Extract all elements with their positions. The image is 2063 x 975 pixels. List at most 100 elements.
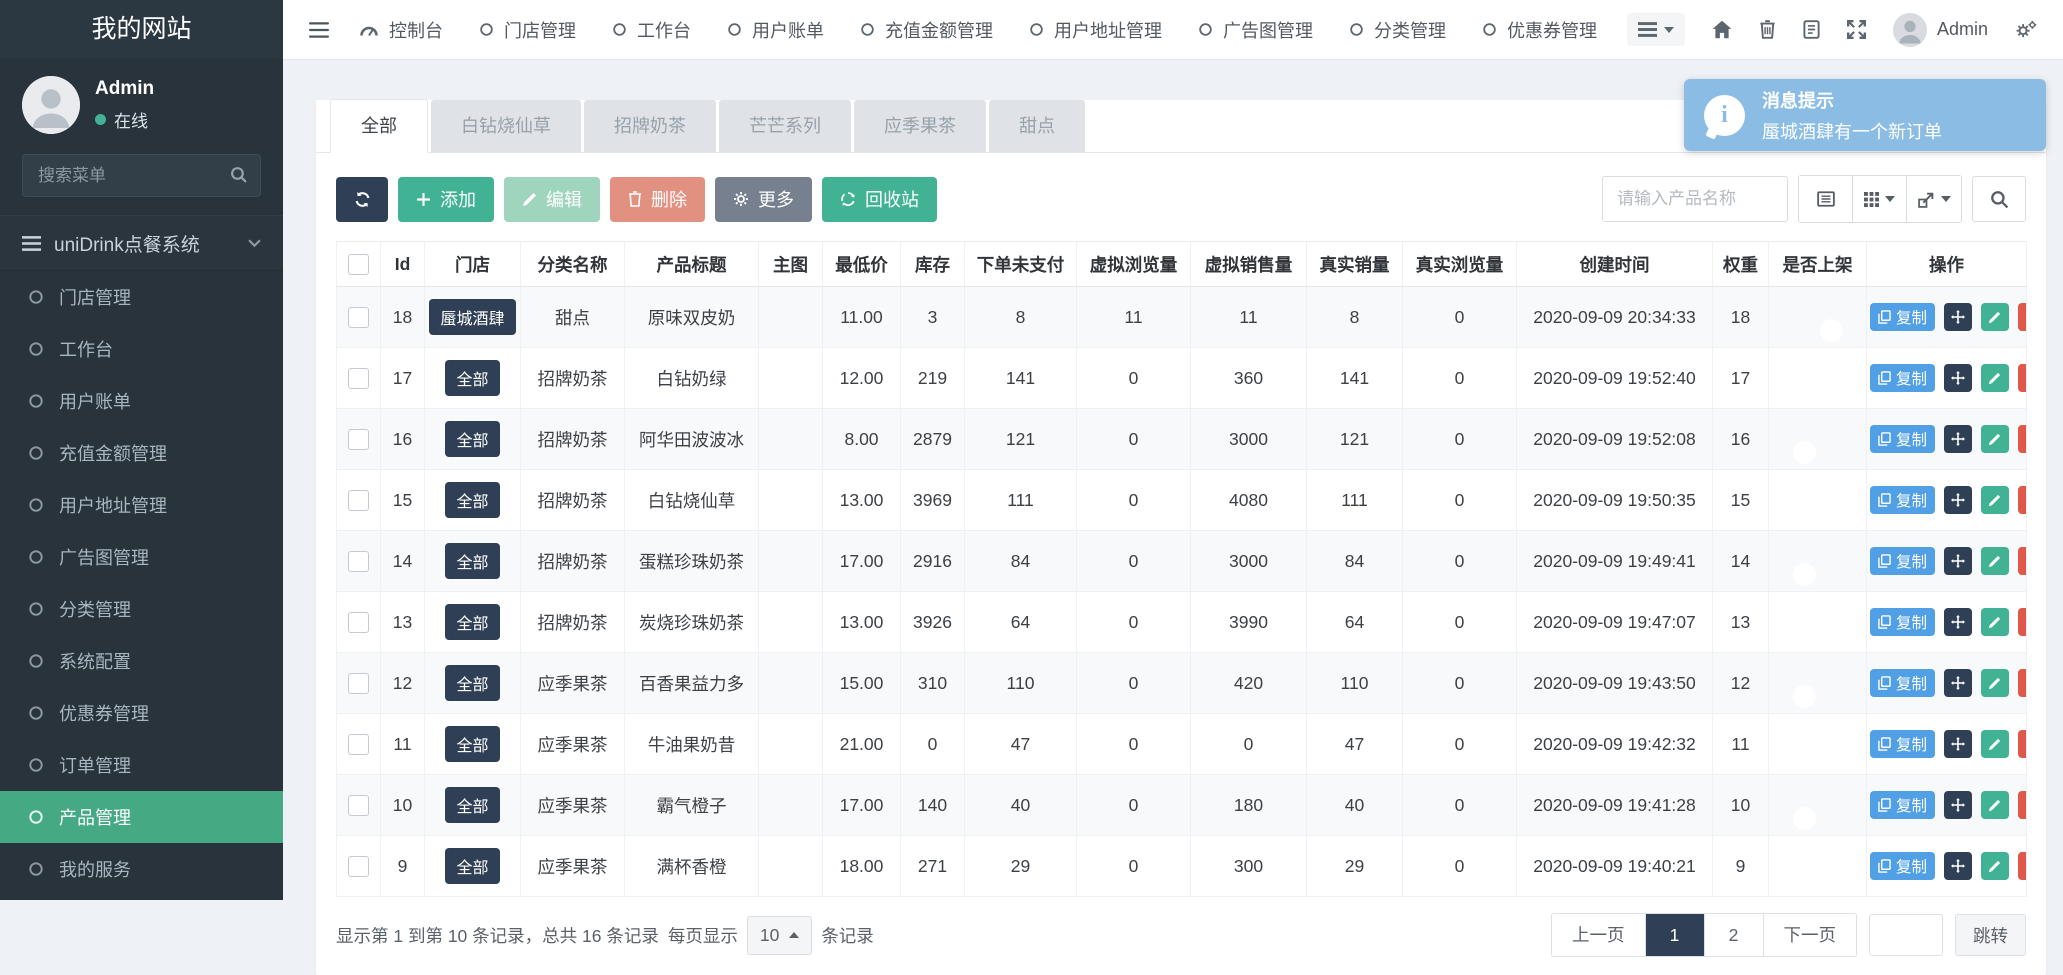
page-number-button[interactable]: 2 bbox=[1705, 914, 1764, 956]
next-page-button[interactable]: 下一页 bbox=[1764, 914, 1857, 956]
sidebar-root-menu[interactable]: uniDrink点餐系统 bbox=[0, 215, 283, 271]
move-button[interactable] bbox=[1944, 669, 1972, 697]
row-checkbox[interactable] bbox=[348, 368, 369, 389]
move-button[interactable] bbox=[1944, 852, 1972, 880]
edit-button[interactable]: 编辑 bbox=[504, 177, 600, 222]
row-checkbox[interactable] bbox=[348, 734, 369, 755]
jump-page-input[interactable] bbox=[1869, 914, 1943, 956]
copy-button[interactable]: 复制 bbox=[1870, 852, 1935, 880]
search-button[interactable] bbox=[1972, 176, 2026, 222]
row-checkbox[interactable] bbox=[348, 429, 369, 450]
tab[interactable]: 甜点 bbox=[989, 100, 1085, 152]
copy-button[interactable]: 复制 bbox=[1870, 364, 1935, 392]
user-menu[interactable]: Admin bbox=[1893, 13, 1988, 47]
detail-view-button[interactable] bbox=[1799, 176, 1853, 222]
delete-button[interactable] bbox=[2018, 303, 2027, 331]
edit-button[interactable] bbox=[1981, 669, 2009, 697]
layout-menu-button[interactable] bbox=[1627, 13, 1685, 46]
row-checkbox[interactable] bbox=[348, 795, 369, 816]
row-checkbox[interactable] bbox=[348, 307, 369, 328]
copy-button[interactable]: 复制 bbox=[1870, 791, 1935, 819]
row-checkbox[interactable] bbox=[348, 490, 369, 511]
trash-icon[interactable] bbox=[1759, 20, 1776, 39]
sidebar-item[interactable]: 门店管理 bbox=[0, 271, 283, 323]
nav-item[interactable]: 工作台 bbox=[612, 17, 691, 43]
edit-button[interactable] bbox=[1981, 547, 2009, 575]
nav-item[interactable]: 控制台 bbox=[359, 17, 443, 43]
sidebar-item[interactable]: 分类管理 bbox=[0, 583, 283, 635]
home-icon[interactable] bbox=[1712, 20, 1732, 39]
add-button[interactable]: 添加 bbox=[398, 177, 494, 222]
tab[interactable]: 白钻烧仙草 bbox=[431, 100, 581, 152]
edit-button[interactable] bbox=[1981, 852, 2009, 880]
edit-button[interactable] bbox=[1981, 364, 2009, 392]
tab[interactable]: 全部 bbox=[330, 99, 428, 153]
delete-button[interactable] bbox=[2018, 608, 2027, 636]
search-icon[interactable] bbox=[230, 166, 247, 183]
edit-button[interactable] bbox=[1981, 486, 2009, 514]
move-button[interactable] bbox=[1944, 547, 1972, 575]
move-button[interactable] bbox=[1944, 730, 1972, 758]
more-button[interactable]: 更多 bbox=[715, 177, 812, 222]
page-number-button[interactable]: 1 bbox=[1646, 914, 1705, 956]
delete-button[interactable] bbox=[2018, 669, 2027, 697]
copy-button[interactable]: 复制 bbox=[1870, 486, 1935, 514]
edit-button[interactable] bbox=[1981, 608, 2009, 636]
delete-button[interactable] bbox=[2018, 486, 2027, 514]
copy-button[interactable]: 复制 bbox=[1870, 730, 1935, 758]
page-size-select[interactable]: 10 bbox=[747, 916, 812, 955]
sidebar-item[interactable]: 优惠券管理 bbox=[0, 687, 283, 739]
sidebar-item[interactable]: 订单管理 bbox=[0, 739, 283, 791]
sidebar-item[interactable]: 我的服务 bbox=[0, 843, 283, 895]
nav-item[interactable]: 分类管理 bbox=[1349, 17, 1446, 43]
hamburger-icon[interactable] bbox=[309, 22, 329, 38]
export-button[interactable] bbox=[1907, 176, 1961, 222]
recycle-bin-button[interactable]: 回收站 bbox=[822, 177, 937, 222]
copy-button[interactable]: 复制 bbox=[1870, 669, 1935, 697]
copy-button[interactable]: 复制 bbox=[1870, 608, 1935, 636]
columns-button[interactable] bbox=[1853, 176, 1907, 222]
move-button[interactable] bbox=[1944, 364, 1972, 392]
select-all-checkbox[interactable] bbox=[348, 254, 369, 275]
delete-button[interactable] bbox=[2018, 425, 2027, 453]
nav-item[interactable]: 广告图管理 bbox=[1198, 17, 1313, 43]
nav-item[interactable]: 门店管理 bbox=[479, 17, 576, 43]
move-button[interactable] bbox=[1944, 303, 1972, 331]
delete-button[interactable] bbox=[2018, 730, 2027, 758]
product-search-input[interactable] bbox=[1602, 176, 1788, 222]
move-button[interactable] bbox=[1944, 486, 1972, 514]
message-toast[interactable]: i 消息提示 蜃城酒肆有一个新订单 bbox=[1684, 79, 2046, 151]
tab[interactable]: 应季果茶 bbox=[854, 100, 986, 152]
sidebar-item[interactable]: 产品管理 bbox=[0, 791, 283, 843]
copy-button[interactable]: 复制 bbox=[1870, 547, 1935, 575]
copy-button[interactable]: 复制 bbox=[1870, 303, 1935, 331]
delete-button[interactable] bbox=[2018, 547, 2027, 575]
copy-button[interactable]: 复制 bbox=[1870, 425, 1935, 453]
sidebar-item[interactable]: 用户账单 bbox=[0, 375, 283, 427]
delete-button[interactable]: 删除 bbox=[610, 177, 705, 222]
tab[interactable]: 芒芒系列 bbox=[719, 100, 851, 152]
sidebar-search-input[interactable] bbox=[22, 154, 261, 197]
jump-button[interactable]: 跳转 bbox=[1955, 914, 2026, 956]
nav-item[interactable]: 充值金额管理 bbox=[860, 17, 993, 43]
nav-item[interactable]: 用户账单 bbox=[727, 17, 824, 43]
delete-button[interactable] bbox=[2018, 364, 2027, 392]
sidebar-item[interactable]: 用户地址管理 bbox=[0, 479, 283, 531]
delete-button[interactable] bbox=[2018, 852, 2027, 880]
move-button[interactable] bbox=[1944, 425, 1972, 453]
row-checkbox[interactable] bbox=[348, 673, 369, 694]
move-button[interactable] bbox=[1944, 608, 1972, 636]
edit-button[interactable] bbox=[1981, 730, 2009, 758]
row-checkbox[interactable] bbox=[348, 551, 369, 572]
settings-gears-icon[interactable] bbox=[2015, 20, 2037, 39]
sidebar-item[interactable]: 系统配置 bbox=[0, 635, 283, 687]
document-icon[interactable] bbox=[1803, 20, 1820, 39]
nav-item[interactable]: 优惠券管理 bbox=[1482, 17, 1597, 43]
nav-item[interactable]: 用户地址管理 bbox=[1029, 17, 1162, 43]
delete-button[interactable] bbox=[2018, 791, 2027, 819]
edit-button[interactable] bbox=[1981, 791, 2009, 819]
edit-button[interactable] bbox=[1981, 303, 2009, 331]
sidebar-item[interactable]: 广告图管理 bbox=[0, 531, 283, 583]
refresh-button[interactable] bbox=[336, 177, 388, 222]
edit-button[interactable] bbox=[1981, 425, 2009, 453]
